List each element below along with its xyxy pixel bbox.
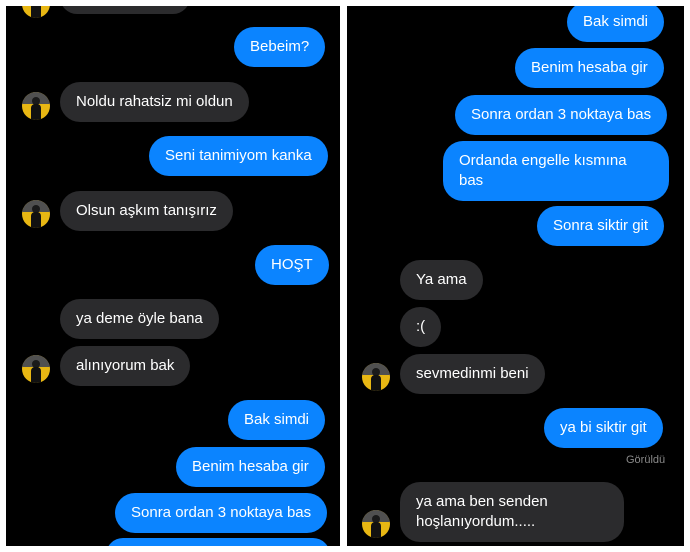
message-bubble-outgoing: Bak simdi <box>567 6 665 42</box>
chat-screenshot-left: Bebeim? Noldu rahatsiz mi oldun Seni tan… <box>6 6 340 546</box>
message-bubble-outgoing: Bebeim? <box>234 27 326 67</box>
avatar-icon <box>362 363 390 391</box>
message-bubble-outgoing: Sonra siktir git <box>537 206 665 246</box>
message-bubble-incoming: Olsun aşkım tanışırız <box>60 191 233 231</box>
seen-status-label: Görüldü <box>626 454 666 466</box>
message-bubble-outgoing: HOŞT <box>255 245 329 285</box>
message-bubble-outgoing: Seni tanimiyom kanka <box>149 136 328 176</box>
message-bubble-incoming: alınıyorum bak <box>60 346 191 386</box>
avatar-icon <box>22 355 50 383</box>
message-bubble-incoming: sevmedinmi beni <box>400 354 545 394</box>
message-bubble-cut-off <box>106 538 330 546</box>
avatar-icon <box>22 200 50 228</box>
message-bubble-outgoing: Sonra ordan 3 noktaya bas <box>455 95 668 135</box>
chat-screenshot-right: Bak simdi Benim hesaba gir Sonra ordan 3… <box>347 6 684 546</box>
avatar-icon <box>362 510 390 538</box>
avatar-icon <box>22 6 50 18</box>
message-bubble-incoming: ya deme öyle bana <box>60 299 219 339</box>
message-bubble-outgoing: Bak simdi <box>228 400 326 440</box>
message-bubble-incoming: Ya ama <box>400 260 483 300</box>
message-bubble-outgoing: ya bi siktir git <box>544 408 663 448</box>
message-bubble-incoming: ya ama ben senden hoşlanıyordum..... <box>400 482 624 542</box>
message-bubble-outgoing: Benim hesaba gir <box>515 48 664 88</box>
message-bubble-cut-off <box>60 6 190 14</box>
message-bubble-incoming: Noldu rahatsiz mi oldun <box>60 82 249 122</box>
avatar-icon <box>22 92 50 120</box>
message-bubble-outgoing: Ordanda engelle kısmına bas <box>443 141 669 201</box>
message-bubble-outgoing: Benim hesaba gir <box>176 447 325 487</box>
message-bubble-outgoing: Sonra ordan 3 noktaya bas <box>115 493 328 533</box>
message-bubble-incoming: :( <box>400 307 442 347</box>
